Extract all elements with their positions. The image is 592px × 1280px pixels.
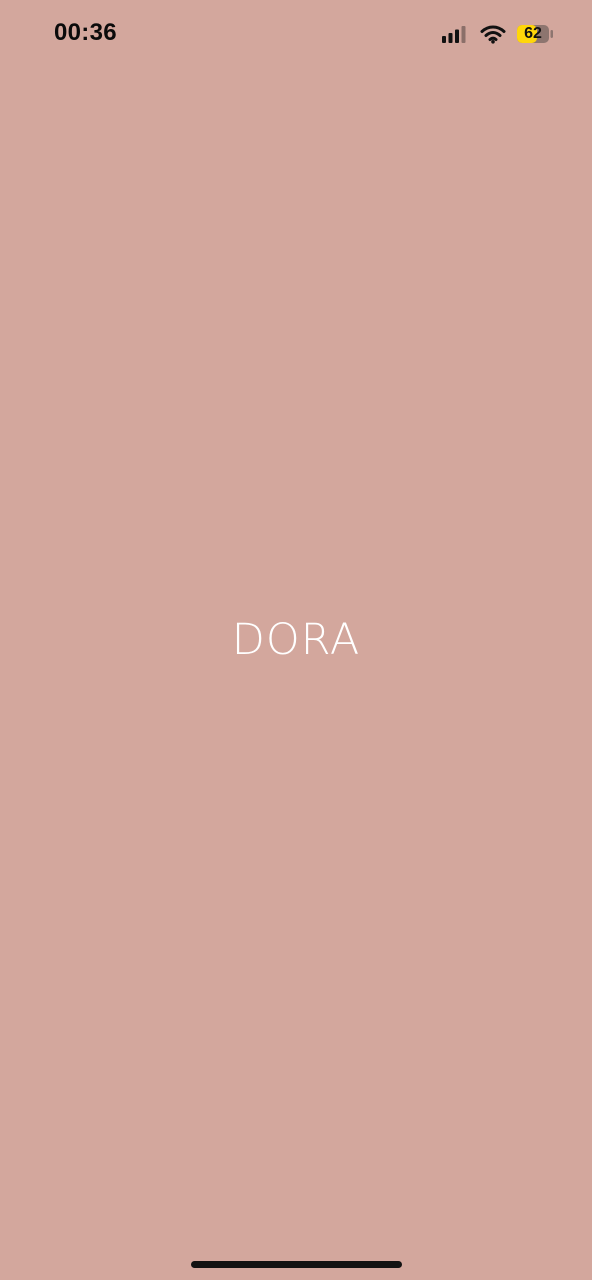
wifi-icon xyxy=(480,25,506,44)
brand-logo-text: DORA xyxy=(231,615,361,665)
status-bar: 00:36 62 xyxy=(0,0,592,66)
battery-indicator: 62 xyxy=(516,24,554,44)
splash-screen: 00:36 62 DORA xyxy=(0,0,592,1280)
home-indicator[interactable] xyxy=(191,1261,402,1268)
status-time: 00:36 xyxy=(54,19,117,46)
battery-level: 62 xyxy=(524,25,542,42)
status-right: 62 xyxy=(442,20,554,48)
cellular-signal-icon xyxy=(442,26,466,43)
